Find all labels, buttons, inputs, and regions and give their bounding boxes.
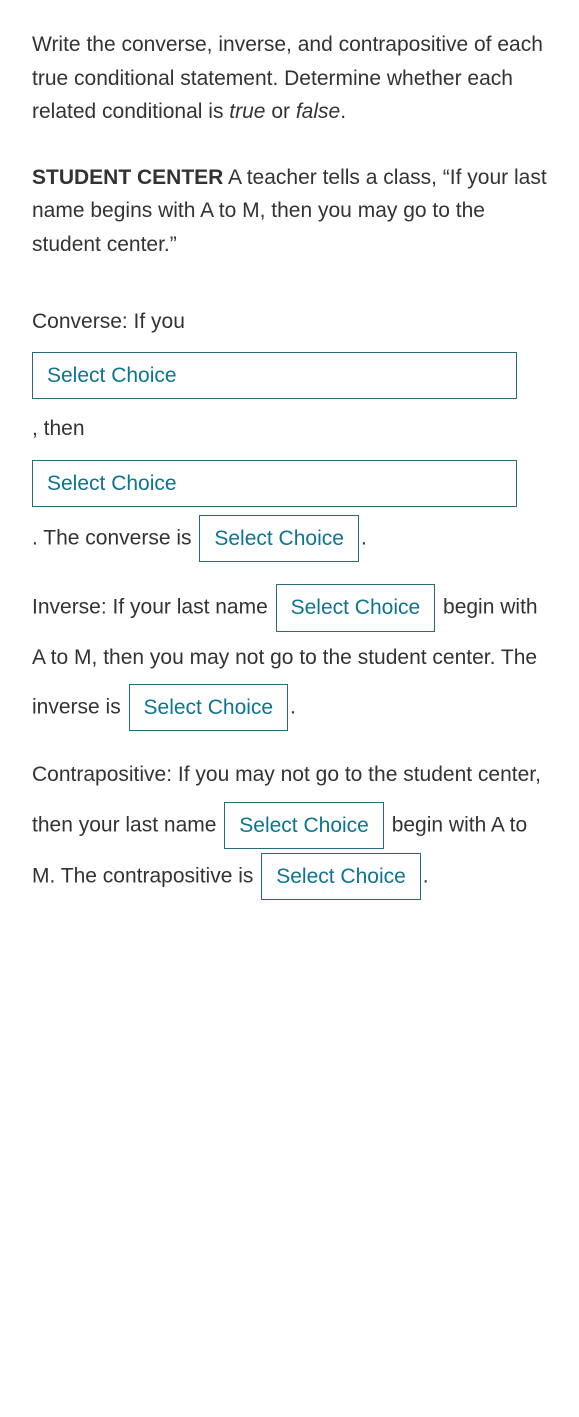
- instructions-period: .: [340, 100, 346, 123]
- contrapositive-period: .: [423, 864, 429, 887]
- converse-lead: Converse: If you: [32, 310, 185, 333]
- converse-then: , then: [32, 417, 85, 440]
- contrapositive-select-2[interactable]: Select Choice: [261, 853, 421, 900]
- or-word: or: [265, 100, 295, 123]
- inverse-section: Inverse: If your last name Select Choice…: [32, 582, 547, 733]
- converse-section: Converse: If you Select Choice , then Se…: [32, 298, 547, 565]
- inverse-period: .: [290, 695, 296, 718]
- instructions-block: Write the converse, inverse, and contrap…: [32, 28, 547, 129]
- true-word: true: [229, 100, 265, 123]
- inverse-lead: Inverse: If your last name: [32, 596, 274, 619]
- context-heading: STUDENT CENTER: [32, 166, 223, 189]
- contrapositive-select-1[interactable]: Select Choice: [224, 802, 384, 849]
- converse-period: .: [361, 526, 367, 549]
- inverse-select-1[interactable]: Select Choice: [276, 584, 436, 631]
- false-word: false: [296, 100, 340, 123]
- contrapositive-section: Contrapositive: If you may not go to the…: [32, 751, 547, 902]
- problem-context: STUDENT CENTER A teacher tells a class, …: [32, 161, 547, 262]
- converse-select-3[interactable]: Select Choice: [199, 515, 359, 562]
- converse-select-2[interactable]: Select Choice: [32, 460, 517, 507]
- inverse-select-2[interactable]: Select Choice: [129, 684, 289, 731]
- converse-after: . The converse is: [32, 526, 197, 549]
- converse-select-1[interactable]: Select Choice: [32, 352, 517, 399]
